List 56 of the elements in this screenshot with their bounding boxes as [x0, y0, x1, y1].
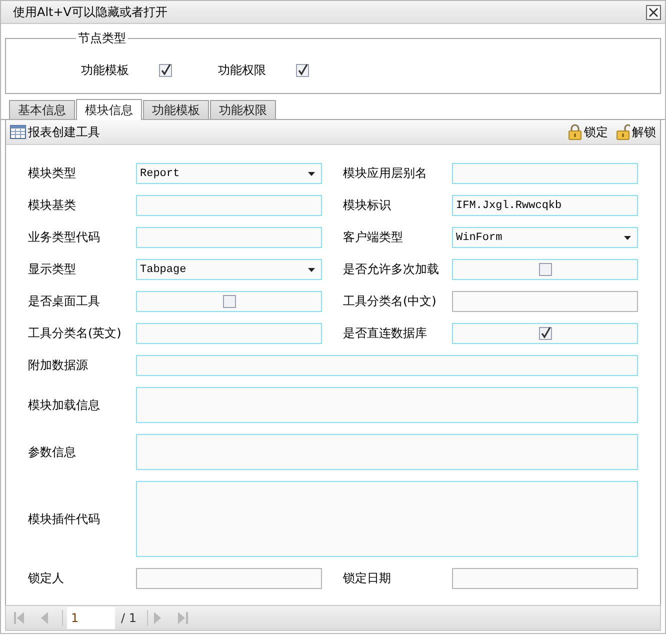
padlock-icon	[568, 124, 582, 140]
text-area[interactable]	[136, 387, 638, 423]
checkbox-label: 功能权限	[218, 62, 266, 78]
table-icon	[10, 125, 26, 139]
field-label: 锁定人	[28, 570, 65, 587]
close-icon[interactable]	[646, 4, 661, 20]
input-field[interactable]	[136, 355, 638, 376]
input-field[interactable]	[136, 195, 322, 216]
dropdown-arrow-icon	[624, 236, 631, 240]
field-label: 锁定日期	[343, 570, 392, 587]
dropdown-arrow-icon	[308, 268, 315, 272]
field-label: 模块基类	[28, 197, 77, 214]
lock-button[interactable]: 锁定	[568, 124, 608, 140]
tab[interactable]: 功能权限	[210, 100, 276, 119]
input-field[interactable]: IFM.Jxgl.Rwwcqkb	[452, 195, 638, 216]
tab[interactable]: 模块信息	[76, 99, 142, 120]
dropdown[interactable]: Tabpage	[136, 259, 322, 280]
field-label: 模块标识	[343, 197, 392, 214]
checkbox[interactable]	[538, 326, 552, 341]
window-title: 使用Alt+V可以隐藏或者打开	[13, 4, 169, 20]
field-label: 是否直连数据库	[343, 325, 428, 342]
checkbox-label: 功能模板	[81, 62, 129, 78]
checkbox-field[interactable]	[452, 323, 638, 344]
unlocked-padlock-icon	[616, 124, 630, 140]
tab[interactable]: 基本信息	[9, 100, 75, 119]
checkbox-field[interactable]	[452, 259, 638, 280]
input-field[interactable]	[452, 163, 638, 184]
checkbox[interactable]	[158, 62, 173, 78]
field-label: 是否允许多次加载	[343, 261, 440, 278]
field-label: 工具分类名(中文)	[343, 293, 438, 310]
field-label: 工具分类名(英文)	[28, 325, 122, 342]
checkbox[interactable]	[295, 62, 310, 78]
toolbar-title: 报表创建工具	[28, 124, 100, 140]
field-label: 显示类型	[28, 261, 77, 278]
input-field[interactable]	[136, 227, 322, 248]
text-area[interactable]	[136, 481, 638, 557]
unlock-button[interactable]: 解锁	[616, 124, 656, 140]
field-label: 模块应用层别名	[343, 165, 428, 182]
field-label: 模块加载信息	[28, 396, 101, 414]
dropdown[interactable]: WinForm	[452, 227, 638, 248]
dropdown-arrow-icon	[308, 172, 315, 176]
field-label: 是否桌面工具	[28, 293, 101, 310]
field-label: 业务类型代码	[28, 229, 101, 246]
field-label: 模块插件代码	[28, 510, 101, 528]
field-label: 模块类型	[28, 165, 77, 182]
text-area[interactable]	[136, 434, 638, 470]
tab[interactable]: 功能模板	[143, 100, 209, 119]
group-title: 节点类型	[77, 30, 127, 47]
field-label: 客户端类型	[343, 229, 404, 246]
dropdown[interactable]: Report	[136, 163, 322, 184]
checkbox[interactable]	[538, 262, 552, 277]
checkbox[interactable]	[222, 294, 236, 309]
field-label: 附加数据源	[28, 357, 89, 374]
field-label: 参数信息	[28, 444, 77, 460]
checkbox-field[interactable]	[136, 291, 322, 312]
input-field[interactable]	[136, 323, 322, 344]
